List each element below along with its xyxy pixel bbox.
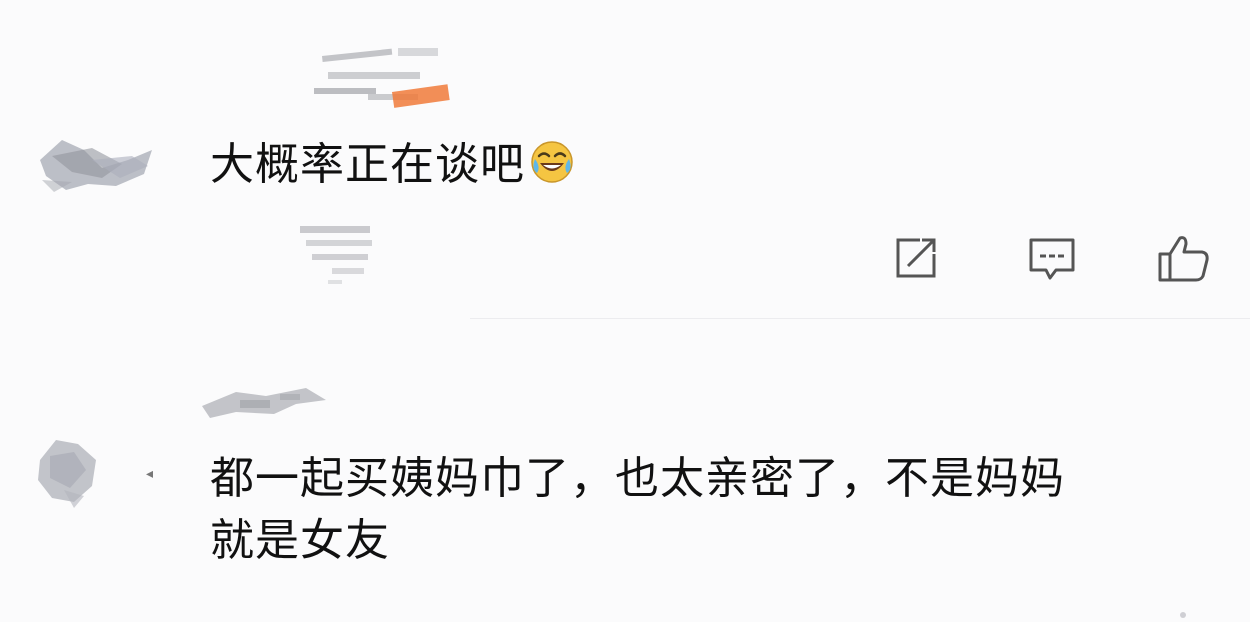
decorative-mark: ◂ — [146, 466, 154, 482]
username-blurred[interactable] — [196, 380, 336, 426]
avatar[interactable] — [32, 120, 162, 200]
share-button[interactable] — [890, 232, 942, 288]
username-blurred[interactable] — [308, 42, 458, 120]
comment-icon — [1029, 238, 1075, 280]
comment-text-line: 就是女友 — [210, 515, 390, 566]
comment-item: 大概率正在谈吧 — [0, 0, 1250, 318]
comment-text-line: 大概率正在谈吧 — [210, 134, 575, 202]
comment-divider — [470, 318, 1250, 319]
comment-text-line: 都一起买姨妈巾了，也太亲密了，不是妈妈 — [210, 453, 1065, 504]
comment-item: ◂ 都一起买姨妈巾了，也太亲密了，不是妈妈 就是女友 — [0, 320, 1250, 622]
comment-text: 都一起买姨妈巾了，也太亲密了，不是妈妈 就是女友 — [210, 448, 1230, 572]
comment-button[interactable] — [1026, 232, 1078, 288]
more-indicator — [1180, 612, 1186, 618]
thumbs-up-icon — [1158, 236, 1209, 282]
like-button[interactable] — [1156, 232, 1212, 288]
share-icon — [896, 238, 936, 278]
avatar[interactable] — [34, 430, 114, 514]
timestamp-blurred — [292, 218, 382, 290]
comment-text: 大概率正在谈吧 — [210, 134, 575, 202]
laugh-cry-icon — [529, 139, 575, 202]
